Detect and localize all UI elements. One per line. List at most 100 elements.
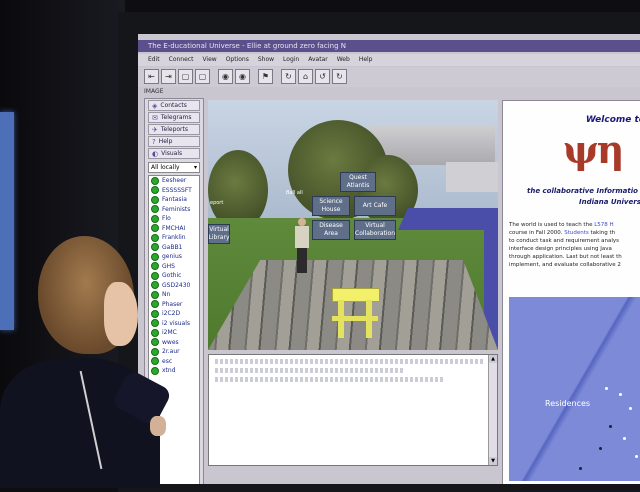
menu-avatar[interactable]: Avatar — [308, 54, 327, 66]
chat-line — [215, 359, 485, 364]
online-status-icon — [151, 176, 159, 185]
portal-quest-atlantis[interactable]: Quest Atlantis — [340, 172, 376, 192]
sidebar-label: Contacts — [160, 102, 187, 109]
chat-log — [215, 359, 485, 386]
chat-scrollbar[interactable]: ▲ ▼ — [488, 355, 497, 465]
scroll-down-icon[interactable]: ▼ — [489, 457, 497, 465]
portal-art-cafe[interactable]: Art Cafe — [354, 196, 396, 216]
menu-view[interactable]: View — [202, 54, 216, 66]
menu-login[interactable]: Login — [283, 54, 299, 66]
telegrams-button[interactable]: ✉ Telegrams — [148, 112, 200, 123]
dropdown-value: All locally — [151, 164, 180, 171]
view2-icon[interactable]: ▢ — [195, 69, 210, 84]
portal-virtual-library[interactable]: Virtual Library — [208, 224, 230, 244]
camera-icon[interactable]: ◉ — [218, 69, 233, 84]
campus-map[interactable]: Residences — [509, 297, 640, 481]
tagline: the collaborative Informatio — [527, 187, 638, 195]
chevron-down-icon: ▾ — [193, 164, 197, 171]
sidebar-label: Teleports — [160, 126, 188, 133]
sidebar-label: Help — [158, 138, 173, 145]
world-viewport[interactable]: Quest Atlantis Science House Art Cafe Di… — [208, 100, 498, 350]
online-status-icon — [151, 214, 159, 223]
chat-line — [215, 368, 404, 373]
back-icon[interactable]: ⇤ — [144, 69, 159, 84]
blue-structure — [398, 208, 498, 230]
online-status-icon — [151, 186, 159, 195]
help-icon: ? — [152, 137, 156, 146]
sign-bar — [332, 316, 378, 321]
menu-help[interactable]: Help — [359, 54, 373, 66]
user-name: ESSSSSFT — [162, 186, 192, 194]
user-name: Eesheer — [162, 177, 187, 185]
menu-options[interactable]: Options — [226, 54, 249, 66]
description-text: The world is used to teach the L578 H co… — [509, 221, 640, 269]
map-marker — [599, 447, 602, 450]
presenter-face — [104, 282, 138, 346]
portal-disease-area[interactable]: Disease Area — [312, 220, 350, 240]
mode-label: IMAGE — [144, 88, 164, 95]
list-item[interactable]: Flo — [149, 214, 199, 224]
map-marker — [629, 407, 632, 410]
menu-web[interactable]: Web — [337, 54, 350, 66]
camera2-icon[interactable]: ◉ — [235, 69, 250, 84]
world-label: eport — [210, 200, 224, 206]
map-road — [509, 297, 640, 481]
scroll-up-icon[interactable]: ▲ — [489, 355, 497, 363]
map-marker — [609, 425, 612, 428]
avatar[interactable] — [293, 218, 311, 273]
avatar-legs — [297, 248, 307, 273]
list-item[interactable]: Fantasia — [149, 195, 199, 205]
menu-bar: Edit Connect View Options Show Login Ava… — [138, 54, 640, 66]
user-name: Feminists — [162, 205, 191, 213]
redo-icon[interactable]: ↻ — [332, 69, 347, 84]
application-window: The E-ducational Universe - Ellie at gro… — [138, 34, 640, 484]
sidebar-label: Visuals — [161, 150, 183, 157]
list-item[interactable]: Eesheer — [149, 176, 199, 186]
menu-show[interactable]: Show — [258, 54, 274, 66]
online-status-icon — [151, 195, 159, 204]
reload-icon[interactable]: ↻ — [281, 69, 296, 84]
visuals-icon: ◐ — [152, 149, 159, 158]
students-link[interactable]: Students — [564, 230, 589, 236]
user-name: Flo — [162, 215, 171, 223]
undo-icon[interactable]: ↺ — [315, 69, 330, 84]
menu-connect[interactable]: Connect — [169, 54, 194, 66]
tagline-institution: Indiana Univers — [579, 198, 640, 206]
flag-icon[interactable]: ⚑ — [258, 69, 273, 84]
sidebar-label: Telegrams — [160, 114, 192, 121]
presenter-hand — [150, 416, 166, 436]
world-label: Ball all — [286, 190, 303, 196]
avatar-body — [295, 226, 309, 248]
help-button[interactable]: ? Help — [148, 136, 200, 147]
course-link[interactable]: L578 H — [594, 222, 613, 228]
list-item[interactable]: ESSSSSFT — [149, 186, 199, 196]
presenter-photo — [0, 228, 200, 488]
menu-edit[interactable]: Edit — [148, 54, 160, 66]
desc-text: The world is used to teach the — [509, 222, 595, 228]
chat-window[interactable]: ▲ ▼ — [208, 354, 498, 466]
toolbar: ⇤ ⇥ ▢ ▢ ◉ ◉ ⚑ ↻ ⌂ ↺ ↻ — [138, 67, 640, 87]
map-marker — [605, 387, 608, 390]
online-status-icon — [151, 205, 159, 214]
visuals-button[interactable]: ◐ Visuals — [148, 148, 200, 159]
scope-dropdown[interactable]: All locally ▾ — [148, 162, 200, 173]
avatar-head — [298, 218, 306, 226]
teleport-icon: ✈ — [152, 125, 158, 134]
contacts-button[interactable]: ◈ Contacts — [148, 100, 200, 111]
list-item[interactable]: Feminists — [149, 205, 199, 215]
home-icon[interactable]: ⌂ — [298, 69, 313, 84]
desc-text: interface design principles using Java — [509, 246, 612, 252]
welcome-heading: Welcome to — [585, 115, 640, 125]
web-panel: Welcome to ψη the collaborative Informat… — [502, 100, 640, 484]
ground-zero-sign — [332, 288, 380, 338]
map-marker — [635, 455, 638, 458]
background-building — [446, 162, 498, 192]
teleports-button[interactable]: ✈ Teleports — [148, 124, 200, 135]
telegram-icon: ✉ — [152, 113, 158, 122]
forward-icon[interactable]: ⇥ — [161, 69, 176, 84]
portal-science-house[interactable]: Science House — [312, 196, 350, 216]
portal-virtual-collaboration[interactable]: Virtual Collaboration — [354, 220, 396, 240]
window-title: The E-ducational Universe - Ellie at gro… — [138, 40, 640, 52]
contacts-icon: ◈ — [152, 101, 158, 110]
view-icon[interactable]: ▢ — [178, 69, 193, 84]
